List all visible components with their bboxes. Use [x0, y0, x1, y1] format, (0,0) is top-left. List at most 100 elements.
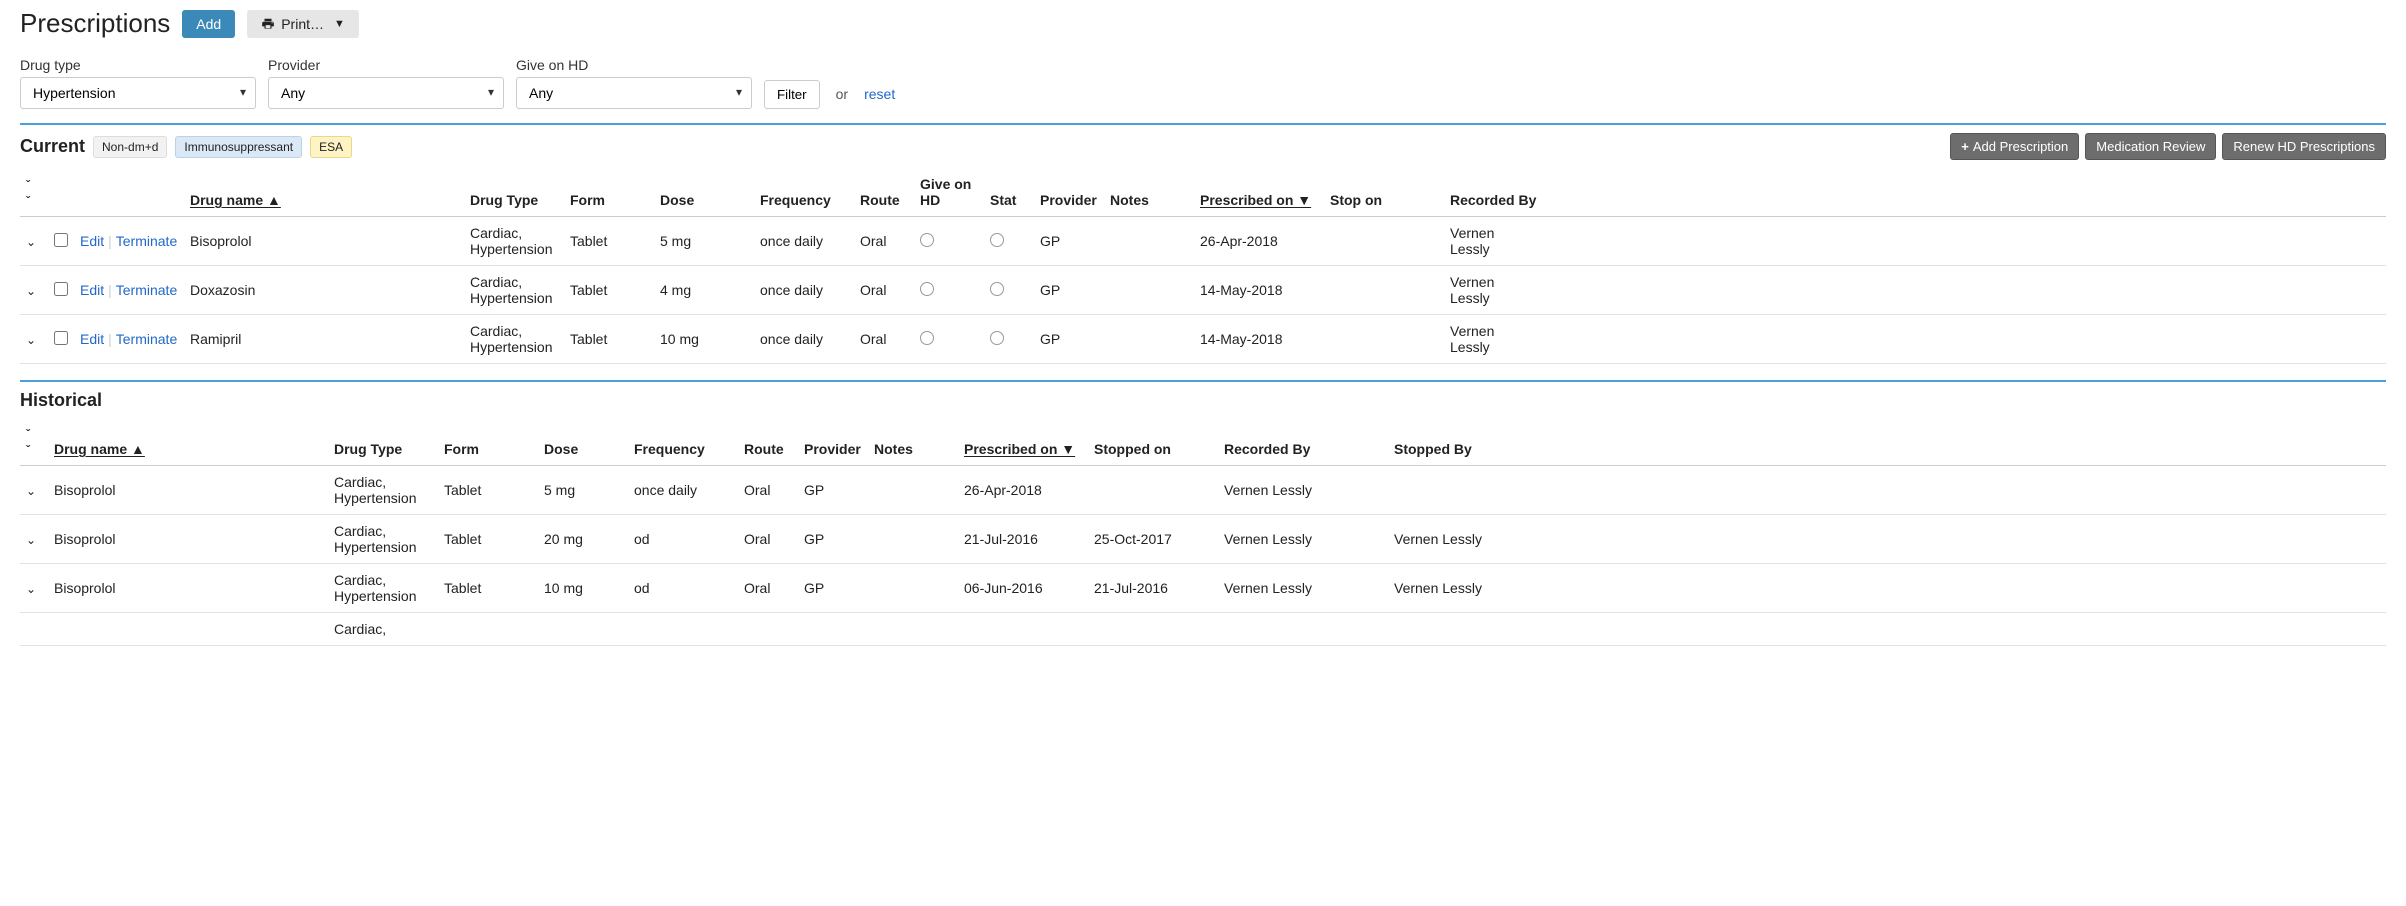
- historical-title: Historical: [20, 390, 2386, 411]
- reset-link[interactable]: reset: [864, 86, 895, 102]
- col-provider: Provider: [1034, 168, 1104, 217]
- expand-all-icon[interactable]: ˇˇ: [26, 178, 30, 208]
- row-checkbox[interactable]: [54, 331, 68, 345]
- print-label: Print…: [281, 16, 324, 32]
- cell-drug-name: Bisoprolol: [48, 515, 328, 564]
- print-button[interactable]: Print… ▼: [247, 10, 359, 38]
- renew-hd-button[interactable]: Renew HD Prescriptions: [2222, 133, 2386, 160]
- cell-drug-type: Cardiac,: [328, 613, 438, 646]
- cell-drug-type: Cardiac,Hypertension: [328, 515, 438, 564]
- cell-drug-type: Cardiac,Hypertension: [464, 217, 564, 266]
- chevron-down-icon: ▼: [334, 18, 345, 30]
- col-give-on-hd: Give on HD: [914, 168, 984, 217]
- col-route: Route: [854, 168, 914, 217]
- chevron-down-icon[interactable]: ⌄: [26, 333, 36, 347]
- cell-route: Oral: [738, 515, 798, 564]
- table-row: ⌄BisoprololCardiac,HypertensionTablet20 …: [20, 515, 2386, 564]
- col-drug-name[interactable]: Drug name ▲: [54, 441, 145, 457]
- cell-recorded-by: Vernen Lessly: [1218, 515, 1388, 564]
- chevron-down-icon[interactable]: ⌄: [26, 533, 36, 547]
- terminate-link[interactable]: Terminate: [116, 282, 177, 298]
- give-on-hd-radio[interactable]: [920, 233, 934, 247]
- current-table: ˇˇ Drug name ▲ Drug Type Form Dose Frequ…: [20, 168, 2386, 364]
- chevron-down-icon[interactable]: ⌄: [26, 582, 36, 596]
- col-form: Form: [438, 417, 538, 466]
- chevron-down-icon[interactable]: ⌄: [26, 235, 36, 249]
- cell-form: Tablet: [438, 466, 538, 515]
- cell-route: Oral: [854, 217, 914, 266]
- row-checkbox[interactable]: [54, 233, 68, 247]
- filter-button[interactable]: Filter: [764, 80, 820, 109]
- give-on-hd-radio[interactable]: [920, 282, 934, 296]
- cell-dose: 20 mg: [538, 515, 628, 564]
- cell-dose: 5 mg: [538, 466, 628, 515]
- col-prescribed-on[interactable]: Prescribed on ▼: [964, 441, 1075, 457]
- cell-drug-name: Bisoprolol: [48, 466, 328, 515]
- col-stopped-by: Stopped By: [1388, 417, 2386, 466]
- col-stop-on: Stop on: [1324, 168, 1444, 217]
- stat-radio[interactable]: [990, 233, 1004, 247]
- chevron-down-icon[interactable]: ⌄: [26, 484, 36, 498]
- cell-route: Oral: [854, 266, 914, 315]
- cell-frequency: od: [628, 515, 738, 564]
- col-recorded-by: Recorded By: [1444, 168, 2386, 217]
- cell-stopped-by: [1388, 466, 2386, 515]
- table-row: ⌄ BisoprololCardiac,HypertensionTablet10 …: [20, 564, 2386, 613]
- cell-drug-type: Cardiac,Hypertension: [464, 266, 564, 315]
- cell-provider: GP: [1034, 315, 1104, 364]
- cell-recorded-by: VernenLessly: [1444, 315, 2386, 364]
- print-icon: [261, 17, 275, 31]
- cell-notes: [868, 466, 958, 515]
- cell-recorded-by: VernenLessly: [1444, 266, 2386, 315]
- terminate-link[interactable]: Terminate: [116, 233, 177, 249]
- give-on-hd-radio[interactable]: [920, 331, 934, 345]
- cell-drug-type: Cardiac,Hypertension: [328, 564, 438, 613]
- col-dose: Dose: [538, 417, 628, 466]
- provider-label: Provider: [268, 57, 504, 73]
- stat-radio[interactable]: [990, 331, 1004, 345]
- cell-notes: [868, 515, 958, 564]
- cell-drug-name: Bisoprolol: [48, 564, 328, 613]
- edit-link[interactable]: Edit: [80, 331, 104, 347]
- col-frequency: Frequency: [628, 417, 738, 466]
- cell-frequency: once daily: [754, 217, 854, 266]
- col-provider: Provider: [798, 417, 868, 466]
- cell-dose: 4 mg: [654, 266, 754, 315]
- table-row: Cardiac,: [20, 613, 2386, 646]
- terminate-link[interactable]: Terminate: [116, 331, 177, 347]
- cell-form: Tablet: [438, 564, 538, 613]
- expand-all-icon[interactable]: ˇˇ: [26, 427, 30, 457]
- add-prescription-button[interactable]: +Add Prescription: [1950, 133, 2079, 160]
- cell-dose: 10 mg: [538, 564, 628, 613]
- col-recorded-by: Recorded By: [1218, 417, 1388, 466]
- stat-radio[interactable]: [990, 282, 1004, 296]
- pill-non-dmd[interactable]: Non-dm+d: [93, 136, 167, 158]
- add-button[interactable]: Add: [182, 10, 235, 38]
- cell-stopped-on: 25-Oct-2017: [1088, 515, 1218, 564]
- col-drug-name[interactable]: Drug name ▲: [190, 192, 281, 208]
- col-form: Form: [564, 168, 654, 217]
- row-checkbox[interactable]: [54, 282, 68, 296]
- filters-row: Drug type Hypertension Provider Any Give…: [20, 57, 2386, 109]
- pill-esa[interactable]: ESA: [310, 136, 352, 158]
- col-notes: Notes: [868, 417, 958, 466]
- medication-review-button[interactable]: Medication Review: [2085, 133, 2216, 160]
- edit-link[interactable]: Edit: [80, 282, 104, 298]
- historical-table: ˇˇ Drug name ▲ Drug Type Form Dose Frequ…: [20, 417, 2386, 646]
- cell-drug-name: Ramipril: [184, 315, 464, 364]
- cell-prescribed-on: 26-Apr-2018: [1194, 217, 1324, 266]
- col-stat: Stat: [984, 168, 1034, 217]
- chevron-down-icon[interactable]: ⌄: [26, 284, 36, 298]
- edit-link[interactable]: Edit: [80, 233, 104, 249]
- table-row: ⌄Edit|TerminateDoxazosinCardiac,Hyperten…: [20, 266, 2386, 315]
- cell-frequency: once daily: [628, 466, 738, 515]
- pill-immunosuppressant[interactable]: Immunosuppressant: [175, 136, 302, 158]
- table-row: ⌄Edit|TerminateRamiprilCardiac,Hypertens…: [20, 315, 2386, 364]
- table-row: ⌄BisoprololCardiac,HypertensionTablet5 m…: [20, 466, 2386, 515]
- col-prescribed-on[interactable]: Prescribed on ▼: [1200, 192, 1311, 208]
- cell-prescribed-on: 14-May-2018: [1194, 315, 1324, 364]
- cell-form: Tablet: [564, 217, 654, 266]
- provider-select[interactable]: Any: [268, 77, 504, 109]
- drug-type-select[interactable]: Hypertension: [20, 77, 256, 109]
- give-on-hd-select[interactable]: Any: [516, 77, 752, 109]
